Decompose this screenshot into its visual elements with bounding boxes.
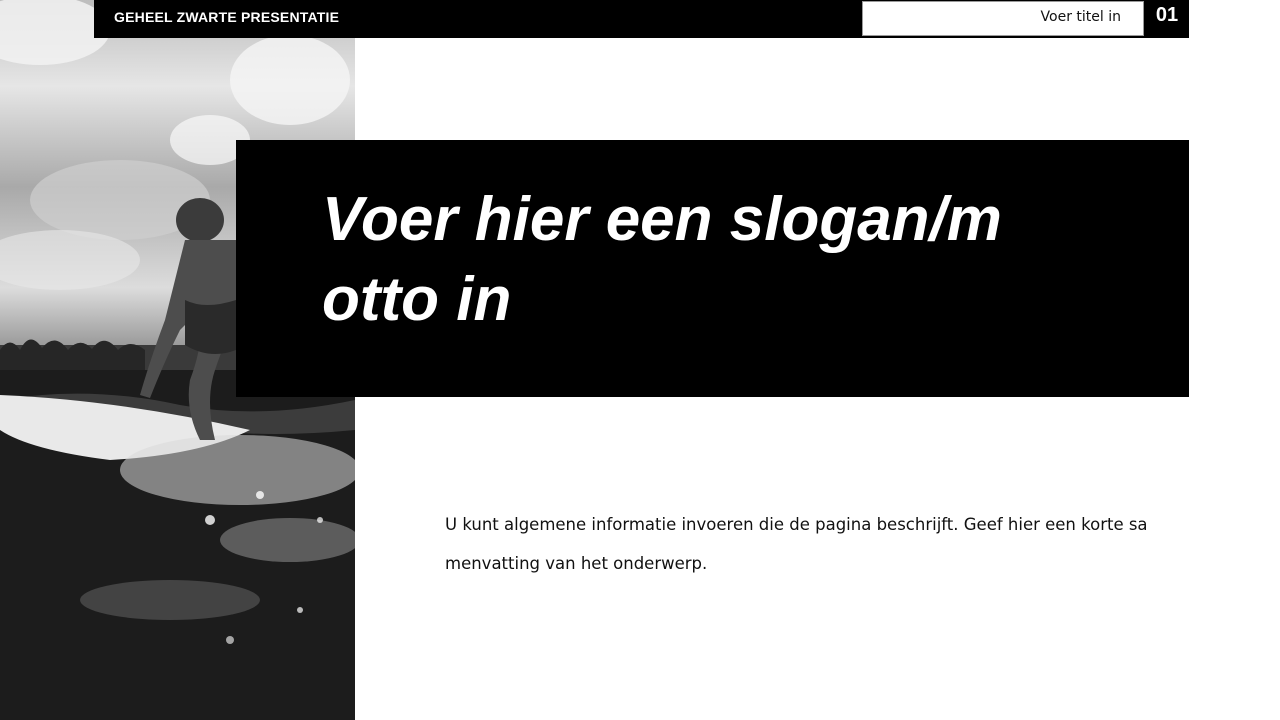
presentation-title: GEHEEL ZWARTE PRESENTATIE bbox=[114, 9, 340, 25]
slogan-band: Voer hier een slogan/motto in bbox=[236, 140, 1189, 397]
header-bar: GEHEEL ZWARTE PRESENTATIE Voer titel in … bbox=[94, 0, 1189, 38]
title-placeholder: Voer titel in bbox=[1040, 9, 1121, 25]
page-number: 01 bbox=[1155, 4, 1179, 26]
description-text[interactable]: U kunt algemene informatie invoeren die … bbox=[445, 505, 1160, 583]
title-input-box[interactable]: Voer titel in bbox=[862, 1, 1144, 36]
slogan-text[interactable]: Voer hier een slogan/motto in bbox=[322, 180, 1022, 340]
